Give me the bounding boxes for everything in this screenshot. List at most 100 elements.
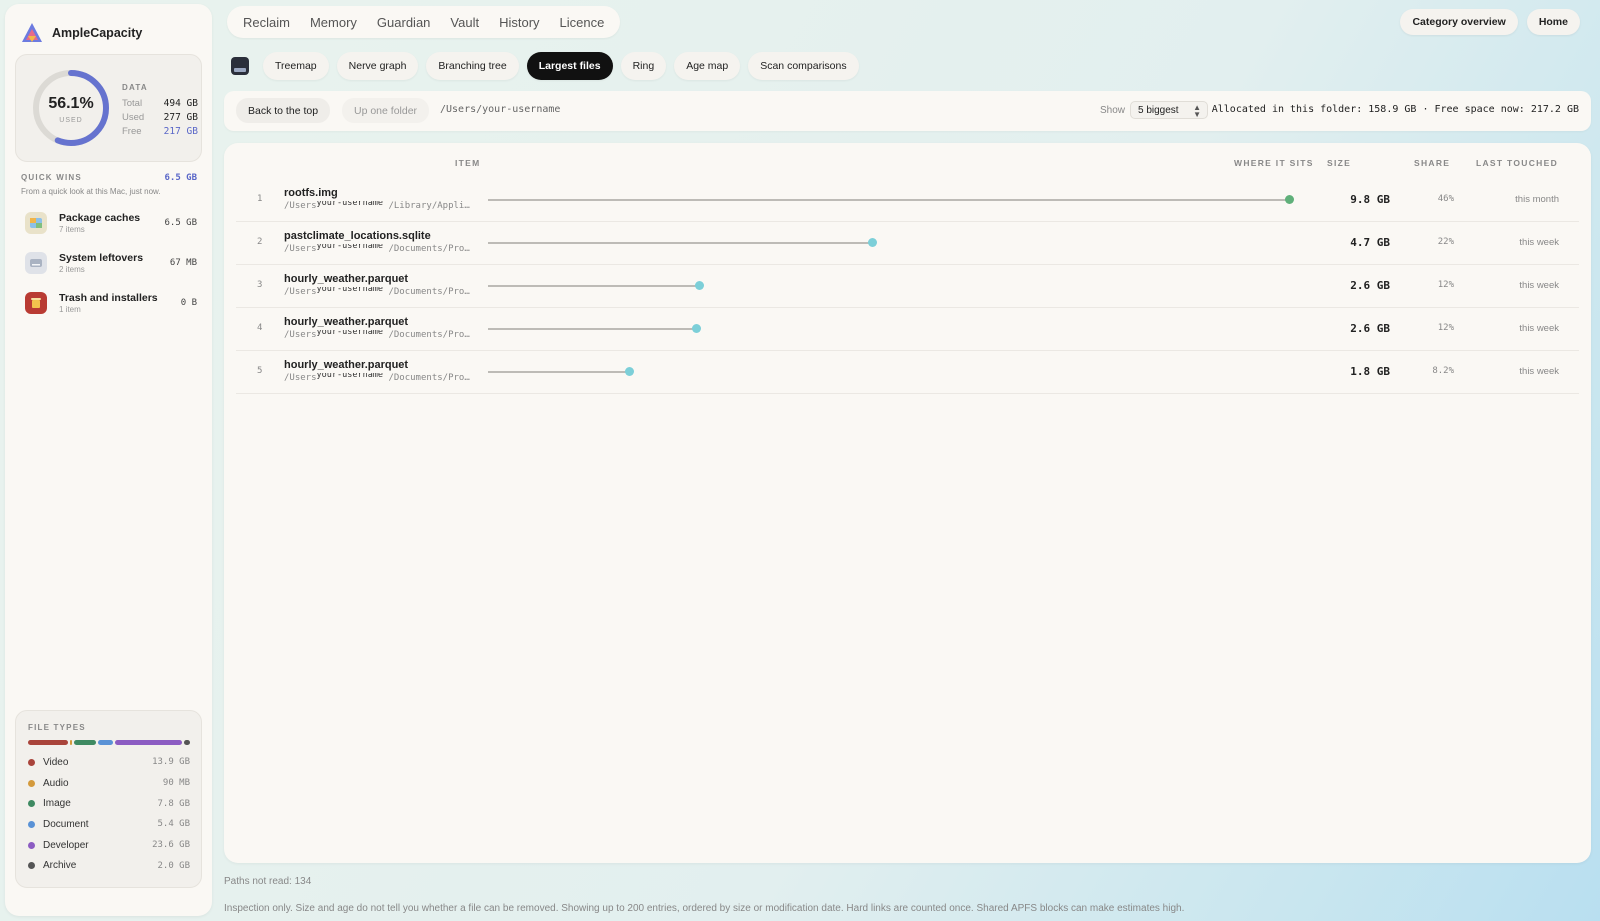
path-suffix: /Documents/Pro… (388, 330, 470, 340)
file-size: 4.7 GB (1350, 236, 1390, 249)
row-index: 2 (257, 237, 263, 247)
quick-win-name: System leftovers (59, 251, 144, 264)
up-one-folder-button[interactable]: Up one folder (342, 98, 430, 123)
path-user: your-username (316, 244, 384, 251)
file-size: 2.6 GB (1350, 322, 1390, 335)
file-type-name: Image (43, 798, 71, 810)
view-tab[interactable]: Largest files (526, 52, 613, 80)
quick-win-size: 6.5 GB (164, 218, 197, 228)
size-marker (692, 324, 702, 333)
file-name: hourly_weather.parquet (284, 273, 409, 285)
size-marker (1285, 195, 1294, 204)
table-row[interactable]: 2 pastclimate_locations.sqlite/Usersyour-… (236, 222, 1579, 265)
view-tab[interactable]: Treemap (263, 52, 329, 80)
back-to-top-button[interactable]: Back to the top (236, 98, 331, 123)
file-type-dot-icon (28, 800, 35, 808)
usage-sub-label: USED (59, 117, 83, 124)
size-track (488, 242, 873, 244)
brand[interactable]: AmpleCapacity (21, 22, 142, 44)
top-nav-item[interactable]: Memory (300, 15, 367, 30)
category-overview-button[interactable]: Category overview (1400, 9, 1518, 35)
drive-icon (25, 252, 47, 274)
data-row-used: Used 277 GB (122, 111, 198, 125)
file-name: pastclimate_locations.sqlite (284, 230, 431, 242)
data-rows: Total 494 GB Used 277 GB Free 217 GB (122, 97, 198, 139)
file-size: 2.6 GB (1350, 279, 1390, 292)
view-tab[interactable]: Ring (620, 52, 667, 80)
quick-win-system-leftovers[interactable]: System leftovers 2 items 67 MB (21, 248, 197, 278)
row-index: 1 (257, 194, 263, 204)
file-share: 12% (1437, 280, 1454, 290)
file-type-row[interactable]: Video 13.9 GB (28, 752, 190, 773)
top-nav-item[interactable]: Licence (550, 15, 615, 30)
path-prefix: /Users (284, 201, 317, 211)
quick-wins-header: QUICK WINS 6.5 GB (21, 173, 197, 183)
app-badge-icon (231, 57, 249, 75)
table-row[interactable]: 4 hourly_weather.parquet/Usersyour-userna… (236, 308, 1579, 351)
file-type-size: 90 MB (162, 778, 190, 789)
quick-win-trash-installers[interactable]: Trash and installers 1 item 0 B (21, 288, 197, 318)
file-type-name: Developer (43, 839, 89, 851)
file-type-segment (184, 740, 190, 745)
quick-wins-total: 6.5 GB (164, 173, 197, 183)
size-track (488, 199, 1289, 201)
table-row[interactable]: 5 hourly_weather.parquet/Usersyour-userna… (236, 351, 1579, 394)
data-value: 217 GB (163, 126, 198, 137)
file-size: 9.8 GB (1350, 193, 1390, 206)
top-nav-item[interactable]: Guardian (367, 15, 440, 30)
file-type-row[interactable]: Image 7.8 GB (28, 793, 190, 814)
file-type-segment (69, 740, 72, 745)
file-type-segment (73, 740, 96, 745)
view-tab[interactable]: Branching tree (426, 52, 519, 80)
view-tab[interactable]: Scan comparisons (748, 52, 859, 80)
data-header: DATA (122, 83, 148, 92)
home-button[interactable]: Home (1526, 9, 1580, 35)
file-type-row[interactable]: Audio 90 MB (28, 773, 190, 794)
path-user: your-username (316, 330, 384, 337)
quick-win-count: 7 items (59, 224, 85, 234)
view-tabs: Treemap Nerve graph Branching tree Largest … (231, 52, 859, 80)
path-user: your-username (316, 373, 384, 380)
file-type-size: 23.6 GB (152, 840, 190, 851)
file-type-row[interactable]: Developer 23.6 GB (28, 835, 190, 856)
path-prefix: /Users (284, 373, 317, 383)
view-tab[interactable]: Nerve graph (336, 52, 419, 80)
header-item: ITEM (455, 158, 481, 168)
file-type-dot-icon (28, 779, 35, 787)
largest-files-table: ITEM WHERE IT SITS SIZE SHARE LAST TOUCH… (224, 143, 1591, 863)
table-row[interactable]: 3 hourly_weather.parquet/Usersyour-userna… (236, 265, 1579, 308)
path-prefix: /Users (284, 287, 317, 297)
quick-win-count: 1 item (59, 304, 81, 314)
file-name: rootfs.img (284, 187, 338, 199)
path-suffix: /Documents/Pro… (388, 287, 470, 297)
header-share: SHARE (1414, 158, 1451, 168)
size-marker (868, 238, 878, 247)
trash-icon (25, 292, 47, 314)
package-icon (25, 212, 47, 234)
path-bar: Back to the top Up one folder /Users/you… (224, 91, 1591, 131)
file-path: /Usersyour-username /Documents/Pro… (284, 244, 480, 254)
last-touched: this week (1519, 280, 1559, 291)
quick-win-package-caches[interactable]: Package caches 7 items 6.5 GB (21, 208, 197, 238)
view-tab[interactable]: Age map (674, 52, 741, 80)
file-type-dot-icon (28, 820, 35, 828)
file-type-segment (97, 740, 114, 745)
select-chevron-icon: ▲ ▼ (1193, 103, 1201, 119)
file-type-dot-icon (28, 841, 35, 849)
paths-not-read: Paths not read: 134 (224, 876, 312, 887)
file-types-list: Video 13.9 GB Audio 90 MB Image 7.8 GB Documen… (28, 752, 190, 876)
table-row[interactable]: 1 rootfs.img/Usersyour-username /Library/… (236, 179, 1579, 222)
file-type-size: 5.4 GB (157, 819, 190, 830)
file-type-name: Audio (43, 777, 69, 789)
file-type-size: 13.9 GB (152, 757, 190, 768)
row-index: 5 (257, 366, 263, 376)
file-type-row[interactable]: Archive 2.0 GB (28, 855, 190, 876)
top-nav-item[interactable]: Vault (440, 15, 489, 30)
top-nav-item[interactable]: Reclaim (233, 15, 300, 30)
header-touched: LAST TOUCHED (1476, 158, 1559, 168)
top-nav-item[interactable]: History (489, 15, 549, 30)
quick-win-count: 2 items (59, 264, 85, 274)
show-count-select[interactable]: 5 biggest ▲ ▼ (1130, 101, 1208, 119)
last-touched: this week (1519, 323, 1559, 334)
file-type-row[interactable]: Document 5.4 GB (28, 814, 190, 835)
